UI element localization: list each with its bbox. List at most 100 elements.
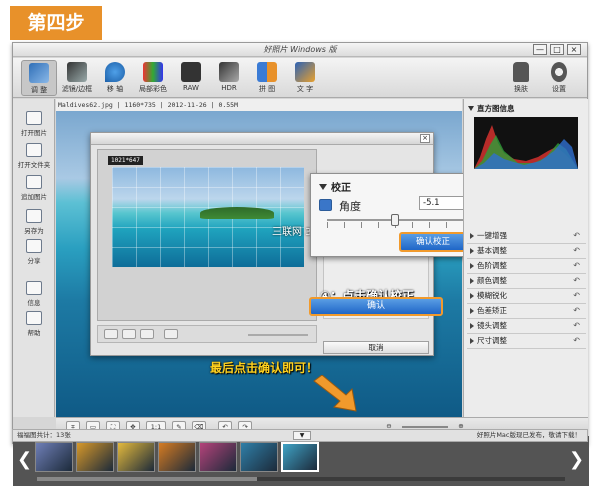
angle-label: 角度 [339,200,361,213]
undo-icon[interactable]: ↶ [573,334,580,348]
adjust-item-label: 色差矫正 [477,306,507,315]
sidebar-item-open-folder[interactable]: 打开文件夹 [13,143,55,169]
sidebar-item-info[interactable]: 信息 [13,281,55,307]
tool-tilt-label: 移 轴 [106,85,124,93]
zoom-slider[interactable] [402,426,448,428]
filmstrip-prev-icon[interactable]: ❮ [17,446,32,474]
info-icon [26,281,42,295]
tool-skin[interactable]: 换肤 [503,60,539,96]
preview-image[interactable] [112,167,304,267]
undo-icon[interactable]: ↶ [573,319,580,333]
dialog-title-bar: × [91,133,433,145]
tool-settings[interactable]: 设置 [541,60,577,96]
collage-icon [257,62,277,82]
sidebar-item-open-image[interactable]: 打开图片 [13,111,55,137]
tool-collage[interactable]: 拼 图 [249,60,285,96]
adjust-item-size[interactable]: 尺寸调整 ↶ [467,334,586,349]
adjust-item-basic[interactable]: 基本调整 ↶ [467,244,586,259]
tilt-shift-icon [105,62,125,82]
tool-text[interactable]: 文 字 [287,60,323,96]
window-title: 好照片 Windows 版 [263,45,337,54]
adjust-item-color[interactable]: 颜色调整 ↶ [467,274,586,289]
sidebar-item-save-as[interactable]: 另存为 [13,209,55,235]
tool-settings-label: 设置 [552,85,566,93]
raw-camera-icon [181,62,201,82]
filmstrip-thumbnail[interactable] [240,442,278,472]
tool-partial-color[interactable]: 局部彩色 [135,60,171,96]
pencil-adjust-icon [29,63,49,83]
filmstrip-thumbnail[interactable] [199,442,237,472]
adjust-item-label: 颜色调整 [477,276,507,285]
dialog-close-button[interactable]: × [420,134,430,143]
filmstrip: ❮ ❯ [13,436,589,486]
help-icon [26,311,42,325]
sidebar-item-add-image[interactable]: 追加图片 [13,175,55,201]
undo-icon[interactable]: ↶ [573,304,580,318]
sidebar-item-label: 打开文件夹 [17,161,51,169]
histogram-header[interactable]: 直方图信息 [468,103,515,114]
adjust-item-chromatic[interactable]: 色差矫正 ↶ [467,304,586,319]
filmstrip-thumbnail[interactable] [158,442,196,472]
tool-filter-label: 滤镜/边框 [61,85,93,93]
crop-grid [112,167,304,267]
filmstrip-thumbnail[interactable] [117,442,155,472]
tool-filter-frame[interactable]: 滤镜/边框 [59,60,95,96]
minimize-button[interactable]: — [533,44,547,55]
undo-icon[interactable]: ↶ [573,289,580,303]
histogram-title: 直方图信息 [477,104,515,113]
image-canvas[interactable]: Maldives62.jpg | 1160*735 | 2012-11-26 |… [56,99,462,417]
correction-title-text: 校正 [331,183,351,194]
tool-tilt-shift[interactable]: 移 轴 [97,60,133,96]
expand-filmstrip-button[interactable]: ▼ [293,431,311,440]
angle-slider-thumb[interactable] [391,214,399,226]
sidebar-item-help[interactable]: 帮助 [13,311,55,337]
filmstrip-thumbnail[interactable] [76,442,114,472]
adjust-item-blur-sharpen[interactable]: 模糊锐化 ↶ [467,289,586,304]
undo-icon[interactable]: ↶ [573,229,580,243]
tool-hdr[interactable]: HDR [211,60,247,96]
undo-icon[interactable]: ↶ [573,274,580,288]
undo-icon[interactable]: ↶ [573,259,580,273]
flip-button[interactable] [140,329,154,339]
shirt-skin-icon [513,62,529,82]
status-bar: 福福图共计：13张 ▼ 好照片Mac版现已发布，敬请下载！ [12,429,588,442]
filmstrip-scrollbar[interactable] [37,477,565,481]
apply-correction-button[interactable]: 确认校正 [399,232,467,252]
filmstrip-thumbnail[interactable] [35,442,73,472]
close-button[interactable]: × [567,44,581,55]
filmstrip-next-icon[interactable]: ❯ [569,446,584,474]
confirm-button[interactable]: 确认 [309,297,443,316]
tool-text-label: 文 字 [296,85,314,93]
left-sidebar: 打开图片 打开文件夹 追加图片 另存为 分享 信息 帮助 [13,99,55,417]
adjust-item-levels[interactable]: 色阶调整 ↶ [467,259,586,274]
tool-adjust[interactable]: 调 整 [21,60,57,96]
save-as-icon [26,209,42,223]
dialog-zoom-slider[interactable] [248,334,308,336]
filter-frame-icon [67,62,87,82]
angle-input[interactable]: -5.1 [419,196,465,210]
undo-icon[interactable]: ↶ [573,244,580,258]
adjust-item-auto-enhance[interactable]: 一键增强 ↶ [467,229,586,244]
rotate-right-button[interactable] [122,329,136,339]
sidebar-item-label: 打开图片 [21,129,47,137]
share-icon [26,239,42,253]
move-button[interactable] [164,329,178,339]
promo-text[interactable]: 好照片Mac版现已发布，敬请下载！ [477,430,581,441]
sidebar-item-share[interactable]: 分享 [13,239,55,265]
adjust-item-label: 色阶调整 [477,261,507,270]
correction-title[interactable]: 校正 [319,179,351,194]
cancel-button[interactable]: 取消 [323,341,429,354]
filmstrip-thumbnail[interactable] [281,442,319,472]
maximize-button[interactable]: □ [550,44,564,55]
rotate-left-button[interactable] [104,329,118,339]
adjustment-list: 一键增强 ↶ 基本调整 ↶ 色阶调整 ↶ 颜色调整 ↶ 模糊锐化 ↶ 色差矫正 ↶ 镜头调整… [467,229,586,349]
sidebar-item-label: 帮助 [27,329,41,337]
adjust-item-label: 一键增强 [477,231,507,240]
tool-raw[interactable]: RAW [173,60,209,96]
sidebar-item-label: 另存为 [24,227,44,235]
hdr-icon [219,62,239,82]
title-bar: 好照片 Windows 版 — □ × [13,43,587,57]
tool-hdr-label: HDR [221,84,237,92]
pointer-arrow-icon [313,375,357,412]
adjust-item-lens[interactable]: 镜头调整 ↶ [467,319,586,334]
